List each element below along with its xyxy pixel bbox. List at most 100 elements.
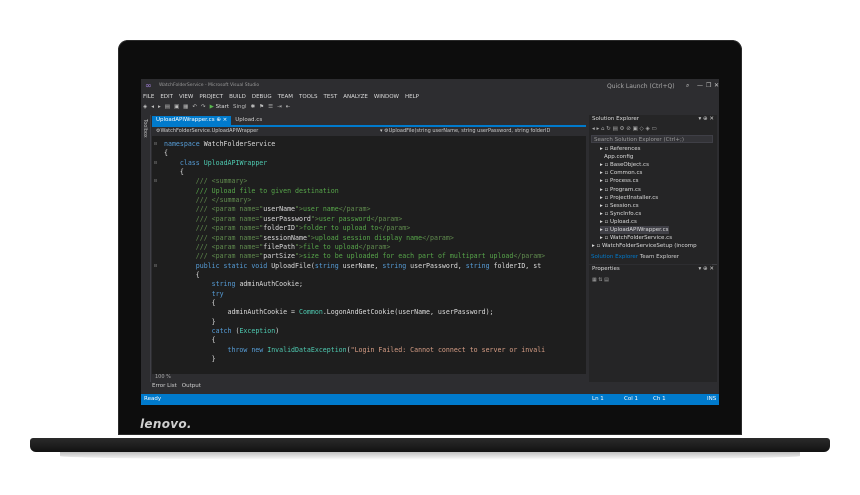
- collapse-icon[interactable]: ⊟: [154, 263, 157, 269]
- code-line[interactable]: }: [164, 355, 216, 364]
- menu-file[interactable]: FILE: [143, 94, 154, 102]
- solution-tree-item[interactable]: ▸ ▫ Process.cs: [600, 177, 639, 185]
- status-insert-mode: INS: [707, 396, 717, 402]
- menu-analyze[interactable]: ANALYZE: [343, 94, 368, 102]
- bookmark-icon[interactable]: ⚑: [259, 104, 264, 112]
- comment-icon[interactable]: ☰: [268, 104, 273, 112]
- collapse-icon[interactable]: ⊟: [154, 141, 157, 147]
- menu-team[interactable]: TEAM: [278, 94, 293, 102]
- attach-icon[interactable]: ✱: [251, 104, 256, 112]
- window-title: WatchFolderService - Microsoft Visual St…: [159, 83, 260, 88]
- new-project-icon[interactable]: ◈: [143, 104, 147, 112]
- redo-icon[interactable]: ↷: [201, 104, 206, 112]
- collapse-icon[interactable]: ⊟: [154, 178, 157, 184]
- member-dropdown[interactable]: ▾ ⚙UploadFile(string userName, string us…: [380, 128, 550, 134]
- tab-team-explorer[interactable]: Team Explorer: [640, 254, 679, 260]
- solution-tree-item[interactable]: ▸ ▫ References: [600, 145, 641, 153]
- code-line[interactable]: /// <param name="partSize">size to be up…: [164, 252, 545, 261]
- save-icon[interactable]: ▣: [174, 104, 179, 112]
- restore-button[interactable]: ❐: [706, 82, 711, 89]
- code-line[interactable]: {: [164, 149, 168, 158]
- solution-tree-item[interactable]: ▸ ▫ Program.cs: [600, 186, 641, 194]
- forward-icon[interactable]: ▸: [158, 104, 161, 112]
- start-label: Start: [215, 104, 230, 110]
- pane-pin-icon[interactable]: ▾ ⊕ ✕: [699, 116, 714, 122]
- code-line[interactable]: /// <param name="userPassword">user pass…: [164, 215, 402, 224]
- quick-launch-box[interactable]: Quick Launch (Ctrl+Q): [607, 83, 675, 90]
- solution-tree-item[interactable]: App.config: [604, 153, 633, 161]
- code-line[interactable]: /// <param name="folderID">folder to upl…: [164, 224, 410, 233]
- code-line[interactable]: /// <param name="userName">user name</pa…: [164, 205, 371, 214]
- menu-project[interactable]: PROJECT: [199, 94, 223, 102]
- close-button[interactable]: ✕: [714, 82, 719, 89]
- solution-tree-item[interactable]: ▸ ▫ Upload.cs: [600, 218, 637, 226]
- code-line[interactable]: {: [164, 336, 216, 345]
- menu-view[interactable]: VIEW: [179, 94, 193, 102]
- menu-edit[interactable]: EDIT: [160, 94, 173, 102]
- code-line[interactable]: {: [164, 299, 216, 308]
- solution-search-input[interactable]: Search Solution Explorer (Ctrl+;): [591, 135, 713, 143]
- search-icon[interactable]: ⌕: [686, 82, 689, 90]
- laptop-shadow: [60, 452, 800, 460]
- tab-output[interactable]: Output: [182, 382, 201, 391]
- code-line[interactable]: public static void UploadFile(string use…: [164, 262, 541, 271]
- solution-explorer-title: Solution Explorer: [592, 116, 640, 122]
- solution-tree-item[interactable]: ▸ ▫ Common.cs: [600, 169, 642, 177]
- code-line[interactable]: }: [164, 318, 216, 327]
- bottom-panel-tabs: Error List Output: [152, 382, 201, 391]
- code-line[interactable]: {: [164, 271, 200, 280]
- back-icon[interactable]: ◂: [151, 104, 154, 112]
- code-line[interactable]: class UploadAPIWrapper: [164, 159, 267, 168]
- tab-upload[interactable]: Upload.cs: [231, 116, 266, 125]
- solution-tree-item[interactable]: ▸ ▫ ProjectInstaller.cs: [600, 194, 658, 202]
- code-line[interactable]: /// <summary>: [164, 177, 248, 186]
- menu-debug[interactable]: DEBUG: [252, 94, 272, 102]
- code-line[interactable]: adminAuthCookie = Common.LogonAndGetCook…: [164, 308, 494, 317]
- solution-tree-item[interactable]: ▸ ▫ Session.cs: [600, 202, 639, 210]
- code-line[interactable]: string adminAuthCookie;: [164, 280, 303, 289]
- menu-help[interactable]: HELP: [405, 94, 419, 102]
- save-all-icon[interactable]: ▦: [183, 104, 188, 112]
- close-tab-icon[interactable]: ×: [223, 117, 228, 123]
- menu-build[interactable]: BUILD: [229, 94, 246, 102]
- code-line[interactable]: namespace WatchFolderService: [164, 140, 275, 149]
- toolbox-panel[interactable]: Toolbox: [141, 115, 151, 382]
- code-line[interactable]: throw new InvalidDataException("Login Fa…: [164, 346, 546, 355]
- solution-tree-item[interactable]: ▸ ▫ UploadAPIWrapper.cs: [600, 226, 669, 234]
- code-line[interactable]: /// <param name="sessionName">upload ses…: [164, 234, 454, 243]
- indent-icon[interactable]: ⇥: [277, 104, 282, 112]
- code-line[interactable]: /// </summary>: [164, 196, 252, 205]
- code-line[interactable]: try: [164, 290, 224, 299]
- minimize-button[interactable]: —: [697, 82, 703, 89]
- tab-uploadapiwrapper[interactable]: UploadAPIWrapper.cs ⊕ ×: [152, 116, 232, 125]
- solution-tree-item[interactable]: ▸ ▫ SyncInfo.cs: [600, 210, 641, 218]
- undo-icon[interactable]: ↶: [192, 104, 197, 112]
- tab-error-list[interactable]: Error List: [152, 382, 177, 391]
- class-dropdown[interactable]: ⚙WatchFolderService.UploadAPIWrapper: [156, 128, 258, 134]
- start-button[interactable]: ▶ Start: [210, 104, 229, 112]
- status-column: Col 1: [624, 396, 638, 402]
- menu-bar: FILE EDIT VIEW PROJECT BUILD DEBUG TEAM …: [143, 94, 419, 102]
- code-line[interactable]: /// Upload file to given destination: [164, 187, 339, 196]
- collapse-icon[interactable]: ⊟: [154, 160, 157, 166]
- properties-toolbar[interactable]: ▦ ⇅ ▤: [592, 277, 609, 283]
- menu-window[interactable]: WINDOW: [374, 94, 399, 102]
- menu-tools[interactable]: TOOLS: [299, 94, 318, 102]
- code-line[interactable]: catch (Exception): [164, 327, 280, 336]
- pane-pin-icon[interactable]: ▾ ⊕ ✕: [699, 266, 714, 272]
- menu-test[interactable]: TEST: [324, 94, 338, 102]
- zoom-level[interactable]: 100 %: [155, 374, 171, 380]
- code-line[interactable]: {: [164, 168, 184, 177]
- lenovo-logo: lenovo.: [140, 417, 192, 431]
- solution-tree-item[interactable]: ▸ ▫ BaseObject.cs: [600, 161, 649, 169]
- config-dropdown[interactable]: Singl: [233, 104, 247, 112]
- tab-solution-explorer[interactable]: Solution Explorer: [591, 254, 638, 260]
- pin-icon[interactable]: ⊕: [216, 117, 221, 123]
- code-editor[interactable]: namespace WatchFolderService{ class Uplo…: [152, 136, 586, 374]
- open-file-icon[interactable]: ▤: [165, 104, 170, 112]
- code-line[interactable]: /// <param name="filePath">file to uploa…: [164, 243, 391, 252]
- outdent-icon[interactable]: ⇤: [286, 104, 291, 112]
- solution-explorer-toolbar[interactable]: ◂ ▸ ⌂ ↻ ▤ ⚙ ⊘ ▣ ◇ ◈ ▭: [592, 126, 657, 132]
- solution-tree-item[interactable]: ▸ ▫ WatchFolderService.cs: [600, 234, 672, 242]
- solution-tree-item[interactable]: ▸ ▫ WatchFolderServiceSetup (incomp: [592, 242, 697, 250]
